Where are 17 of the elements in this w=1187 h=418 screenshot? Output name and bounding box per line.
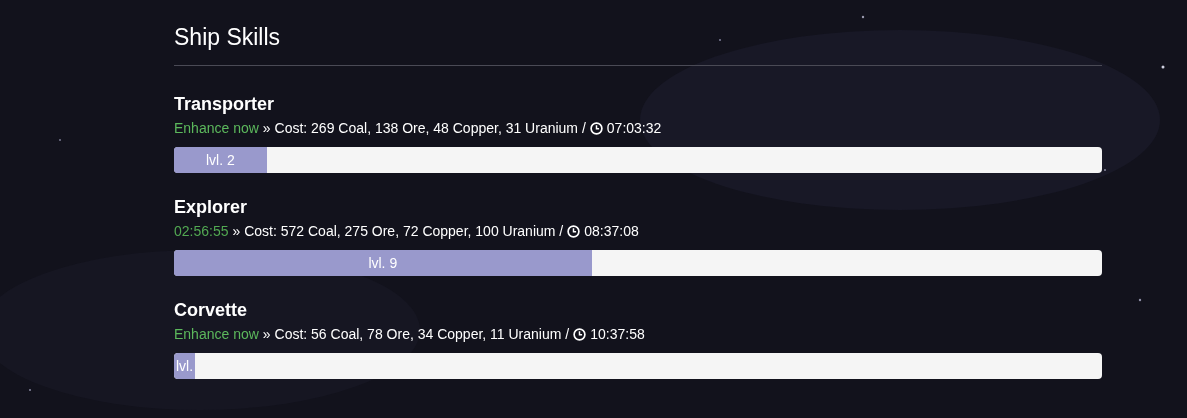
skill-name: Transporter <box>174 93 276 115</box>
page-title: Ship Skills <box>174 23 282 52</box>
countdown-timer: 02:56:55 <box>174 222 229 240</box>
duration-text: 08:37:08 <box>584 222 639 240</box>
skill-name: Explorer <box>174 196 249 218</box>
duration-text: 07:03:32 <box>606 119 662 137</box>
clock-icon <box>573 327 587 341</box>
cost-text: » Cost: 56 Coal, 78 Ore, 34 Copper, 11 Uranium / <box>262 325 570 343</box>
skill-name: Corvette <box>174 299 249 321</box>
enhance-link[interactable]: Enhance now <box>174 325 259 343</box>
clock-icon <box>567 224 581 238</box>
level-label: lvl. <box>174 353 196 379</box>
cost-text: » Cost: 572 Coal, 275 Ore, 72 Copper, 100 Uranium / <box>232 222 564 240</box>
cost-text: » Cost: 269 Coal, 138 Ore, 48 Copper, 31 Uranium / <box>262 119 586 137</box>
enhance-link[interactable]: Enhance now <box>174 119 259 137</box>
duration-text: 10:37:58 <box>590 325 645 343</box>
clock-icon <box>589 121 603 135</box>
